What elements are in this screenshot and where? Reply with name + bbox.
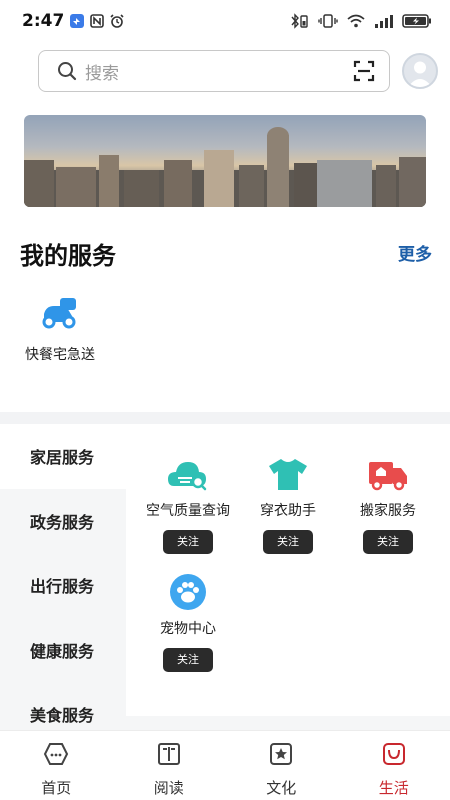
category-item-government[interactable]: 政务服务 (0, 489, 126, 554)
nav-label: 阅读 (153, 779, 184, 797)
tshirt-icon (234, 454, 342, 494)
nav-home[interactable]: 首页 (0, 731, 113, 800)
more-link[interactable]: 更多 (398, 240, 432, 265)
follow-button[interactable]: 关注 (263, 530, 313, 554)
vibrate-icon (318, 13, 338, 29)
category-item-home[interactable]: 家居服务 (0, 424, 126, 489)
service-tile-air-quality[interactable]: 空气质量查询 关注 (134, 454, 242, 554)
service-tile-pet[interactable]: 宠物中心 关注 (134, 572, 242, 672)
nav-life[interactable]: 生活 (338, 731, 450, 800)
search-icon (57, 61, 77, 81)
service-grid: 空气质量查询 关注 穿衣助手 关注 搬家服务 关注 宠物中心 关注 (126, 424, 450, 730)
paw-icon (134, 572, 242, 612)
my-services-title: 我的服务 (20, 242, 116, 270)
alarm-icon (110, 14, 124, 28)
nav-label: 文化 (266, 779, 297, 797)
category-item-health[interactable]: 健康服务 (0, 618, 126, 683)
nav-label: 生活 (378, 779, 409, 797)
service-tile-label: 宠物中心 (160, 621, 216, 637)
culture-icon (268, 741, 294, 771)
follow-button[interactable]: 关注 (163, 530, 213, 554)
app-notification-icon (70, 14, 85, 28)
scan-icon[interactable] (353, 60, 375, 86)
grid-divider (126, 716, 450, 730)
category-item-food[interactable]: 美食服务 (0, 682, 126, 730)
moving-truck-icon (334, 454, 442, 494)
follow-button[interactable]: 关注 (363, 530, 413, 554)
bottom-nav: 首页 阅读 文化 生活 (0, 730, 450, 800)
cloud-search-icon (134, 454, 242, 494)
service-tile-label: 空气质量查询 (146, 503, 230, 519)
nav-culture[interactable]: 文化 (225, 731, 338, 800)
bluetooth-battery-icon (290, 13, 310, 29)
nav-label: 首页 (41, 779, 72, 797)
book-icon (156, 741, 182, 771)
signal-icon (374, 13, 394, 29)
banner-image[interactable] (24, 115, 426, 207)
category-item-travel[interactable]: 出行服务 (0, 553, 126, 618)
life-bag-icon (381, 741, 407, 771)
search-placeholder: 搜索 (85, 63, 119, 84)
category-sidebar: 家居服务 政务服务 出行服务 健康服务 美食服务 (0, 424, 126, 730)
service-item-scooter[interactable]: 快餐宅急送 (18, 296, 102, 364)
service-tile-clothing[interactable]: 穿衣助手 关注 (234, 454, 342, 554)
follow-button[interactable]: 关注 (163, 648, 213, 672)
service-tile-moving[interactable]: 搬家服务 关注 (334, 454, 442, 554)
home-icon (43, 741, 69, 771)
service-tile-label: 搬家服务 (360, 503, 416, 519)
nav-reading[interactable]: 阅读 (113, 731, 226, 800)
service-tile-label: 穿衣助手 (260, 503, 316, 519)
wifi-icon (346, 13, 366, 29)
section-divider (0, 412, 450, 424)
status-right (290, 13, 432, 29)
search-row: 搜索 (38, 50, 450, 94)
avatar[interactable] (402, 53, 438, 89)
battery-charging-icon (402, 13, 432, 29)
nfc-icon (90, 14, 105, 28)
search-input[interactable]: 搜索 (38, 50, 390, 92)
service-item-label: 快餐宅急送 (25, 347, 95, 363)
status-left: 2:47 (22, 11, 124, 31)
scooter-icon (40, 298, 80, 334)
status-time: 2:47 (22, 11, 65, 31)
status-bar: 2:47 (0, 0, 450, 42)
